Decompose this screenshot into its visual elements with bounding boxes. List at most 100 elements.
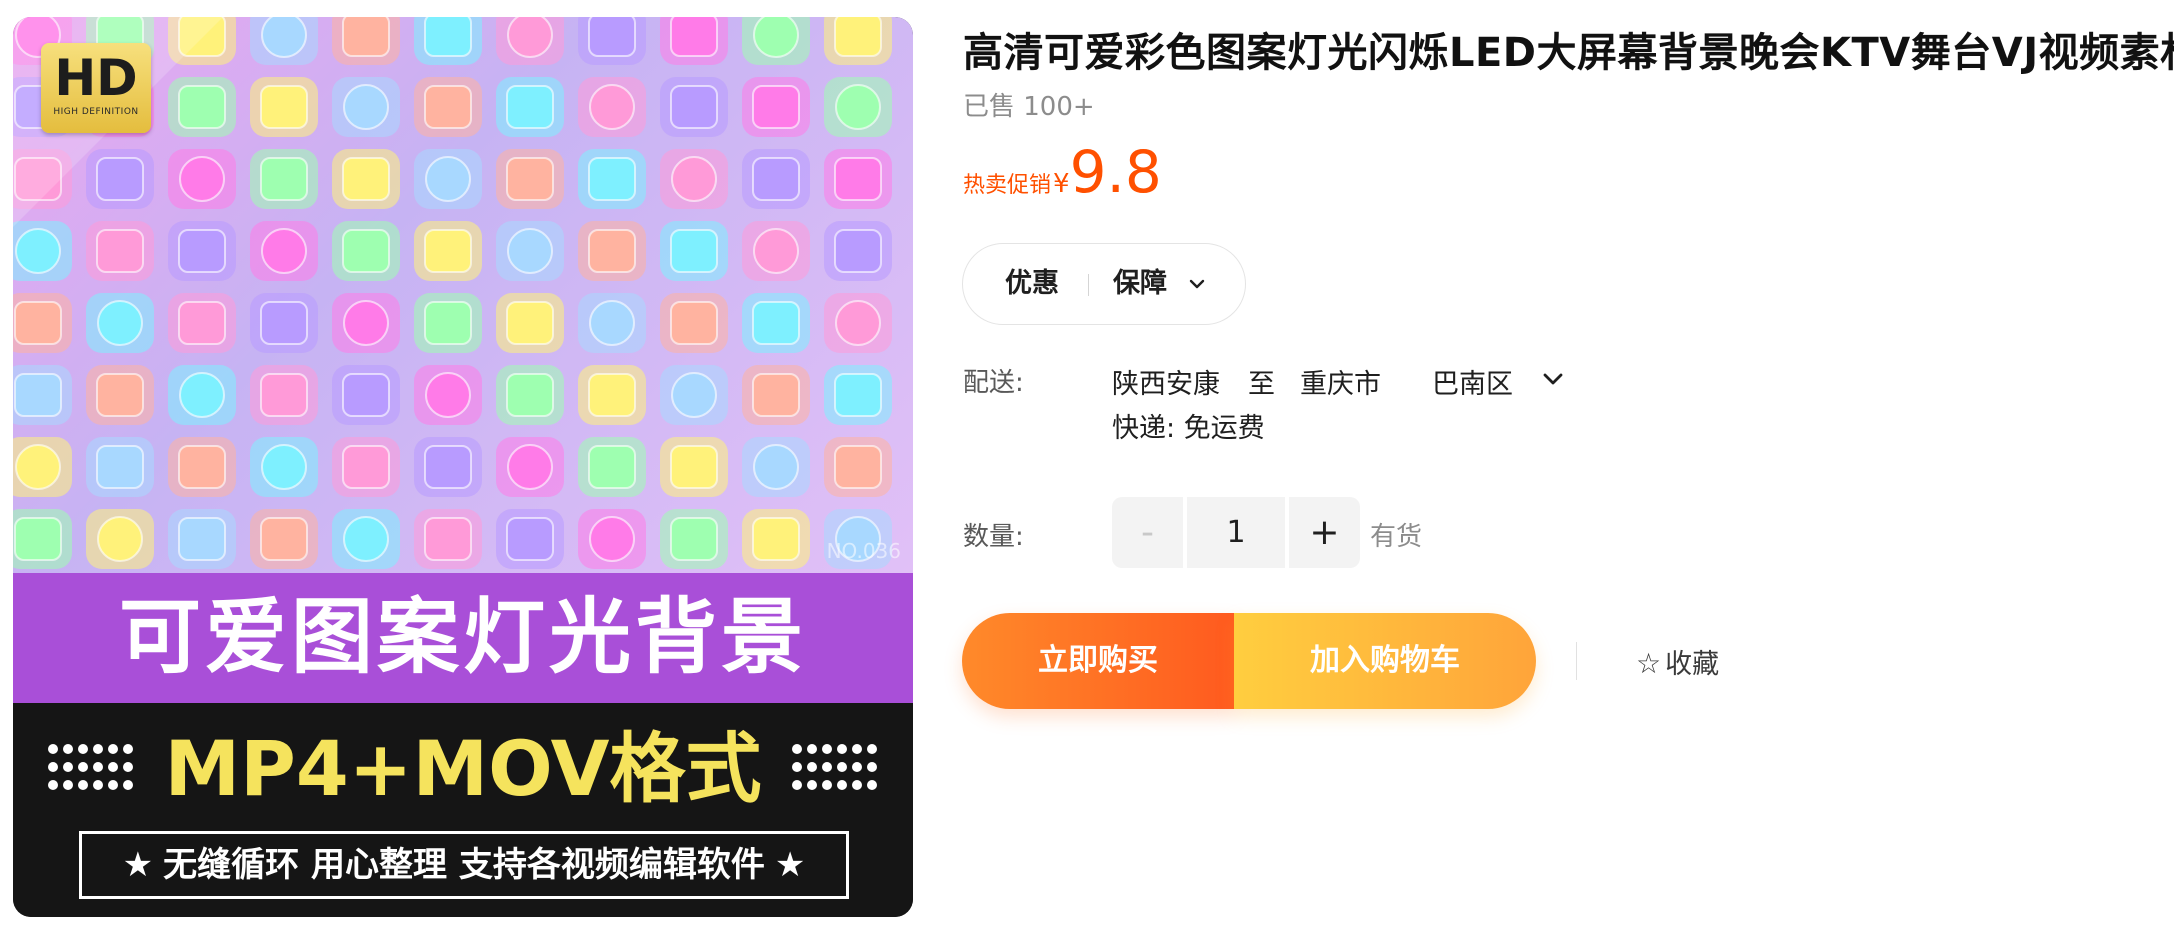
led-light (660, 149, 728, 209)
decorative-dot (852, 744, 862, 754)
led-light (250, 437, 318, 497)
led-light (578, 149, 646, 209)
led-light (742, 365, 810, 425)
hd-badge-subtext: HIGH DEFINITION (53, 107, 139, 117)
led-light (742, 221, 810, 281)
hd-badge: HD HIGH DEFINITION (41, 43, 151, 133)
led-light (414, 149, 482, 209)
decorative-dot (837, 780, 847, 790)
led-light (168, 509, 236, 569)
led-light (332, 221, 400, 281)
led-light (250, 149, 318, 209)
led-light (332, 293, 400, 353)
decorative-dot (792, 762, 802, 772)
chevron-down-icon[interactable] (1540, 366, 1566, 392)
led-light (332, 365, 400, 425)
chevron-down-icon[interactable] (1187, 274, 1207, 294)
led-light (660, 17, 728, 65)
image-watermark: NO.036 (826, 539, 901, 563)
led-light (496, 149, 564, 209)
led-light (414, 17, 482, 65)
star-outline-icon: ☆ (1636, 647, 1662, 680)
favorite-button[interactable]: ☆ 收藏 (1636, 642, 1719, 681)
led-light (824, 221, 892, 281)
ship-city[interactable]: 重庆市 (1300, 362, 1381, 401)
led-light (250, 365, 318, 425)
led-light (660, 77, 728, 137)
tagline-text: 无缝循环 用心整理 支持各视频编辑软件 (163, 845, 765, 885)
led-light (578, 293, 646, 353)
image-banner-title: 可爱图案灯光背景 (13, 573, 913, 703)
buy-now-button[interactable]: 立即购买 (962, 613, 1234, 709)
ship-district[interactable]: 巴南区 (1432, 362, 1513, 401)
quantity-increase-button[interactable]: + (1289, 497, 1360, 568)
sold-count: 已售 100+ (963, 92, 1095, 122)
image-format-panel: MP4+MOV格式 ★ 无缝循环 用心整理 支持各视频编辑软件 ★ (13, 703, 913, 917)
product-main-image[interactable]: HD HIGH DEFINITION NO.036 可爱图案灯光背景 MP4+M… (13, 17, 913, 917)
led-light (250, 293, 318, 353)
led-light (13, 437, 72, 497)
led-light (496, 293, 564, 353)
discount-tab[interactable]: 优惠 (1005, 244, 1059, 324)
led-light (86, 437, 154, 497)
led-light (13, 365, 72, 425)
led-light (86, 509, 154, 569)
decorative-dot (837, 744, 847, 754)
led-light (332, 17, 400, 65)
led-light (168, 221, 236, 281)
led-light (824, 293, 892, 353)
decorative-dot (867, 744, 877, 754)
led-light (86, 221, 154, 281)
led-light (660, 509, 728, 569)
star-icon: ★ (122, 845, 154, 885)
led-light (414, 437, 482, 497)
led-light (742, 509, 810, 569)
led-light (168, 293, 236, 353)
led-lights-pattern: HD HIGH DEFINITION NO.036 (13, 17, 913, 573)
ship-from: 陕西安康 (1112, 369, 1220, 400)
led-light (13, 509, 72, 569)
product-page: HD HIGH DEFINITION NO.036 可爱图案灯光背景 MP4+M… (0, 0, 2174, 928)
decorative-dot (867, 780, 877, 790)
led-light (742, 17, 810, 65)
led-light (414, 77, 482, 137)
guarantee-tab[interactable]: 保障 (1113, 244, 1167, 324)
decorative-dot (822, 762, 832, 772)
led-light (742, 77, 810, 137)
quantity-decrease-button[interactable]: - (1112, 497, 1183, 568)
led-light (496, 77, 564, 137)
led-light (660, 221, 728, 281)
led-light (496, 437, 564, 497)
led-light (332, 437, 400, 497)
star-icon: ★ (774, 845, 806, 885)
shipping-label: 配送: (963, 368, 1024, 398)
tagline-box: ★ 无缝循环 用心整理 支持各视频编辑软件 ★ (79, 831, 849, 899)
price-row: 热卖促销¥9.8 (963, 138, 1162, 206)
led-light (578, 437, 646, 497)
quantity-input[interactable] (1187, 497, 1285, 568)
format-text: MP4+MOV格式 (164, 724, 762, 813)
led-light (250, 17, 318, 65)
led-light (742, 293, 810, 353)
led-light (414, 365, 482, 425)
led-light (168, 365, 236, 425)
led-light (332, 149, 400, 209)
led-light (250, 221, 318, 281)
led-light (496, 17, 564, 65)
decorative-dot (822, 744, 832, 754)
discount-guarantee-pill: 优惠 保障 (962, 243, 1246, 325)
decorative-dot (867, 762, 877, 772)
decorative-dot (807, 762, 817, 772)
led-light (824, 77, 892, 137)
led-light (332, 77, 400, 137)
led-light (496, 221, 564, 281)
led-light (824, 365, 892, 425)
led-light (742, 149, 810, 209)
decorative-dot (837, 762, 847, 772)
add-to-cart-button[interactable]: 加入购物车 (1234, 613, 1536, 709)
promo-label: 热卖促销 (963, 173, 1052, 198)
led-light (414, 221, 482, 281)
led-light (414, 293, 482, 353)
decorative-dot (822, 780, 832, 790)
led-light (660, 365, 728, 425)
